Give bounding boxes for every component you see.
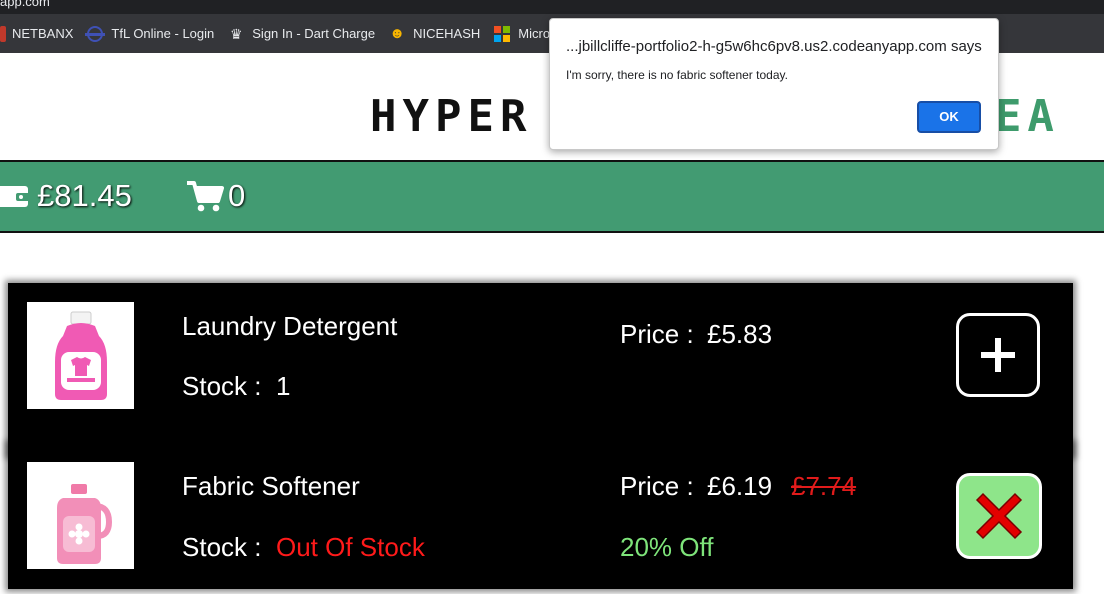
product-image [27, 462, 134, 569]
add-to-cart-button[interactable] [956, 313, 1040, 397]
tfl-roundel-icon [85, 25, 106, 42]
old-price: £7.74 [791, 471, 857, 501]
price-label: Price : [620, 471, 694, 501]
balance-value: £81.45 [37, 178, 132, 213]
red-x-icon [975, 492, 1023, 540]
bookmark-netbanx[interactable]: NETBANX [0, 25, 74, 42]
bookmark-dart-charge[interactable]: ♛ Sign In - Dart Charge [228, 26, 375, 42]
stock-value-out-of-stock: Out Of Stock [276, 532, 425, 562]
price-value: £5.83 [707, 319, 773, 349]
stock-value: 1 [276, 371, 291, 401]
price-value: £6.19 [707, 471, 773, 501]
product-name: Fabric Softener [182, 471, 360, 501]
wallet-icon [0, 186, 30, 207]
bookmark-nicehash[interactable]: ☻ NICEHASH [389, 24, 481, 42]
dialog-title: ...jbillcliffe-portfolio2-h-g5w6hc6pv8.u… [566, 38, 982, 55]
stock-label: Stock : [182, 371, 262, 401]
cart-count: 0 [228, 178, 246, 213]
bookmark-tfl[interactable]: TfL Online - Login [85, 25, 215, 42]
nicehash-icon: ☻ [389, 24, 405, 42]
price-label: Price : [620, 319, 694, 349]
netbanx-icon [0, 25, 6, 42]
logo-text-dark: HYPER [370, 91, 533, 142]
discount-badge: 20% Off [620, 532, 714, 562]
bookmark-label: NICEHASH [413, 26, 481, 41]
alert-dialog: ...jbillcliffe-portfolio2-h-g5w6hc6pv8.u… [549, 18, 999, 150]
microsoft-icon [494, 25, 511, 42]
bookmark-label: TfL Online - Login [111, 26, 215, 41]
ok-button[interactable]: OK [917, 101, 981, 133]
bookmark-label: Sign In - Dart Charge [252, 26, 376, 41]
plus-icon [981, 338, 1015, 372]
stock-label: Stock : [182, 532, 262, 562]
product-card-laundry-detergent: Laundry Detergent Stock : 1 Price : £5.8… [8, 283, 1073, 456]
address-bar[interactable]: app.com [0, 0, 1104, 14]
balance-bar: £81.45 0 [0, 160, 1104, 233]
detergent-bottle-icon [55, 311, 107, 400]
product-card-fabric-softener: Fabric Softener Stock : Out Of Stock Pri… [8, 443, 1073, 589]
product-name: Laundry Detergent [182, 311, 398, 341]
softener-bottle-icon [57, 484, 113, 564]
shopping-cart-icon[interactable] [186, 180, 224, 212]
bookmark-label: NETBANX [12, 26, 74, 41]
dart-charge-icon: ♛ [229, 25, 243, 42]
dialog-message: I'm sorry, there is no fabric softener t… [566, 68, 788, 82]
unavailable-button[interactable] [956, 473, 1042, 559]
product-image [27, 302, 134, 409]
address-bar-text: app.com [0, 0, 50, 9]
